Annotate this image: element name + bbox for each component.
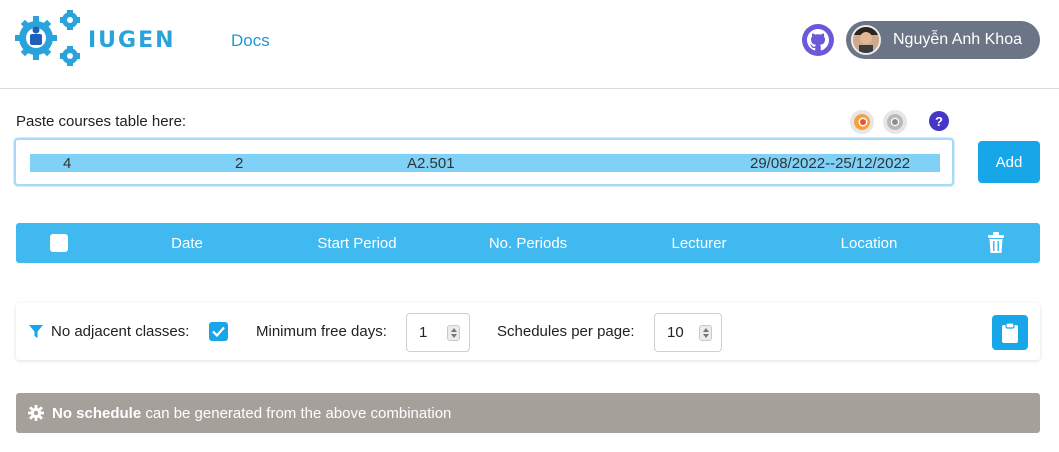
help-icon[interactable]: ? bbox=[929, 111, 949, 131]
options-panel: No adjacent classes: Minimum free days: … bbox=[16, 303, 1040, 360]
column-header-no-periods: No. Periods bbox=[488, 235, 568, 252]
column-header-date: Date bbox=[171, 235, 203, 252]
number-spinner[interactable] bbox=[699, 325, 712, 341]
status-message: No schedule can be generated from the ab… bbox=[52, 405, 451, 422]
no-adjacent-checkbox[interactable] bbox=[209, 322, 228, 341]
no-adjacent-label: No adjacent classes: bbox=[51, 323, 190, 340]
clipboard-button[interactable] bbox=[992, 315, 1028, 350]
add-button[interactable]: Add bbox=[978, 141, 1040, 183]
gears-logo-icon[interactable] bbox=[14, 10, 82, 70]
trash-icon[interactable] bbox=[987, 232, 1005, 254]
min-free-days-input[interactable]: 1 bbox=[406, 313, 470, 352]
docs-link[interactable]: Docs bbox=[231, 31, 270, 51]
paste-cell: A2.501 bbox=[407, 155, 455, 172]
github-button[interactable] bbox=[802, 24, 834, 56]
schedules-per-page-value: 10 bbox=[667, 324, 684, 341]
status-message-rest: can be generated from the above combinat… bbox=[141, 405, 452, 422]
checkmark-icon bbox=[212, 326, 225, 337]
filter-icon bbox=[29, 325, 43, 338]
paste-cell: 4 bbox=[63, 155, 72, 172]
paste-cell: 2 bbox=[235, 155, 244, 172]
gear-icon bbox=[28, 405, 44, 421]
paste-cell: 29/08/2022--25/12/2022 bbox=[750, 155, 911, 172]
status-message-strong: No schedule bbox=[52, 405, 142, 422]
user-name: Nguyễn Anh Khoa bbox=[893, 31, 1022, 48]
user-menu-button[interactable]: Nguyễn Anh Khoa bbox=[846, 21, 1040, 59]
clipboard-icon bbox=[1002, 322, 1018, 343]
chrome-icon[interactable] bbox=[883, 110, 907, 134]
top-navbar: IUGEN Docs Nguyễn Anh Khoa bbox=[0, 0, 1059, 89]
github-icon bbox=[807, 29, 829, 51]
column-header-start-period: Start Period bbox=[317, 235, 397, 252]
column-header-lecturer: Lecturer bbox=[671, 235, 727, 252]
schedules-per-page-label: Schedules per page: bbox=[497, 323, 635, 340]
paste-courses-input[interactable]: 4 2 A2.501 29/08/2022--25/12/2022 bbox=[14, 138, 954, 186]
number-spinner[interactable] bbox=[447, 325, 460, 341]
min-free-days-label: Minimum free days: bbox=[256, 323, 387, 340]
paste-label: Paste courses table here: bbox=[16, 113, 187, 130]
status-alert: No schedule can be generated from the ab… bbox=[16, 393, 1040, 433]
courses-table-header: Date Start Period No. Periods Lecturer L… bbox=[16, 223, 1040, 263]
firefox-icon[interactable] bbox=[850, 110, 874, 134]
schedules-per-page-input[interactable]: 10 bbox=[654, 313, 722, 352]
min-free-days-value: 1 bbox=[419, 324, 428, 341]
user-avatar bbox=[851, 25, 881, 55]
brand-name: IUGEN bbox=[88, 28, 176, 53]
column-header-location: Location bbox=[840, 235, 898, 252]
select-all-checkbox[interactable] bbox=[50, 234, 68, 252]
